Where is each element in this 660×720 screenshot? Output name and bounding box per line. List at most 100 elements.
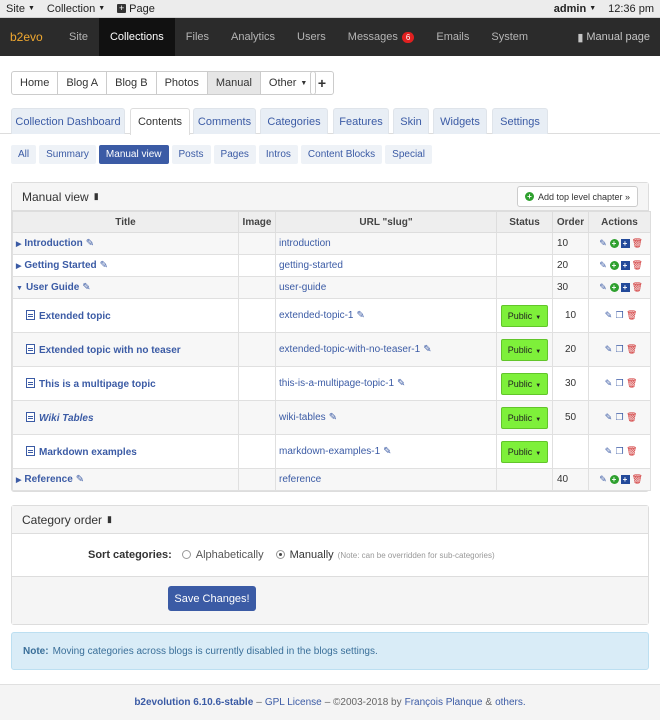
author-link[interactable]: François Planque: [405, 697, 483, 708]
nav-system[interactable]: System: [480, 18, 539, 56]
add-circle-icon[interactable]: +: [609, 283, 619, 292]
item-title[interactable]: Markdown examples: [12, 434, 239, 469]
subtab-pages[interactable]: Pages: [213, 145, 256, 164]
nav-files[interactable]: Files: [175, 18, 220, 56]
edit-icon[interactable]: ✎: [599, 261, 608, 270]
plus-square-icon[interactable]: +: [620, 283, 630, 292]
edit-icon[interactable]: ✎: [383, 446, 391, 457]
slug-link[interactable]: extended-topic-1: [279, 310, 354, 321]
subtab-manual-view[interactable]: Manual view: [98, 145, 169, 164]
trash-icon[interactable]: 🗑: [626, 345, 637, 354]
edit-icon[interactable]: ✎: [604, 413, 613, 422]
tab-widgets[interactable]: Widgets: [433, 108, 487, 134]
subtab-posts[interactable]: Posts: [171, 145, 211, 164]
tab-settings[interactable]: Settings: [492, 108, 548, 134]
edit-icon[interactable]: ✎: [599, 475, 608, 484]
trash-icon[interactable]: 🗑: [626, 413, 637, 422]
item-title[interactable]: Wiki Tables: [12, 400, 239, 435]
nav-collections[interactable]: Collections: [98, 18, 175, 56]
slug-link[interactable]: this-is-a-multipage-topic-1: [279, 378, 394, 389]
chapter-title[interactable]: ▶ Introduction ✎: [12, 232, 239, 255]
trash-icon[interactable]: 🗑: [626, 379, 637, 388]
slug-link[interactable]: markdown-examples-1: [279, 446, 380, 457]
item-title[interactable]: Extended topic with no teaser: [12, 332, 239, 367]
edit-icon[interactable]: ✎: [604, 311, 613, 320]
status-dropdown[interactable]: Public ▼: [500, 440, 549, 463]
edit-icon[interactable]: ✎: [604, 379, 613, 388]
add-top-level-chapter-button[interactable]: + Add top level chapter »: [516, 186, 638, 207]
copy-icon[interactable]: ❐: [615, 447, 624, 456]
chapter-title[interactable]: ▶ Getting Started ✎: [12, 254, 239, 277]
others-link[interactable]: others.: [495, 697, 526, 708]
caret-right-icon[interactable]: ▶: [16, 263, 21, 270]
subtab-special[interactable]: Special: [385, 145, 432, 164]
edit-icon[interactable]: ✎: [100, 260, 108, 271]
slug-link[interactable]: reference: [279, 474, 321, 485]
copy-icon[interactable]: ❐: [615, 379, 624, 388]
collection-menu[interactable]: Collection ▼: [47, 3, 105, 15]
chapter-title[interactable]: ▶ Reference ✎: [12, 468, 239, 491]
tab-collection-dashboard[interactable]: Collection Dashboard: [11, 108, 125, 134]
slug-link[interactable]: introduction: [279, 238, 331, 249]
add-collection-button[interactable]: +: [310, 71, 334, 95]
chapter-title[interactable]: ▼ User Guide ✎: [12, 276, 239, 299]
copy-icon[interactable]: ❐: [615, 413, 624, 422]
license-link[interactable]: GPL License: [265, 697, 322, 708]
plus-square-icon[interactable]: +: [620, 261, 630, 270]
edit-icon[interactable]: ✎: [423, 344, 431, 355]
trash-icon[interactable]: 🗑: [626, 311, 637, 320]
item-title[interactable]: This is a multipage topic: [12, 366, 239, 401]
nav-messages[interactable]: Messages 6: [337, 18, 426, 56]
manual-page-link[interactable]: ▮ Manual page: [577, 18, 660, 56]
edit-icon[interactable]: ✎: [604, 447, 613, 456]
brand-logo[interactable]: b2evo: [0, 18, 58, 56]
status-dropdown[interactable]: Public ▼: [500, 372, 549, 395]
edit-icon[interactable]: ✎: [357, 310, 365, 321]
tab-features[interactable]: Features: [333, 108, 389, 134]
tab-categories[interactable]: Categories: [260, 108, 328, 134]
add-circle-icon[interactable]: +: [609, 261, 619, 270]
blog-a[interactable]: Blog A: [57, 71, 108, 95]
nav-analytics[interactable]: Analytics: [220, 18, 286, 56]
edit-icon[interactable]: ✎: [599, 239, 608, 248]
radio-manually[interactable]: Manually: [275, 549, 334, 561]
product-link[interactable]: b2evolution 6.10.6-stable: [134, 697, 253, 708]
subtab-all[interactable]: All: [11, 145, 37, 164]
status-dropdown[interactable]: Public ▼: [500, 406, 549, 429]
subtab-intros[interactable]: Intros: [258, 145, 298, 164]
new-page-menu[interactable]: + Page: [117, 3, 155, 15]
site-menu[interactable]: Site ▼: [6, 3, 35, 15]
edit-icon[interactable]: ✎: [397, 378, 405, 389]
save-changes-button[interactable]: Save Changes!: [168, 586, 256, 611]
radio-alphabetically[interactable]: Alphabetically: [181, 549, 264, 561]
subtab-summary[interactable]: Summary: [39, 145, 96, 164]
trash-icon[interactable]: 🗑: [626, 447, 637, 456]
slug-link[interactable]: getting-started: [279, 260, 343, 271]
tab-comments[interactable]: Comments: [193, 108, 256, 134]
blog-home[interactable]: Home: [11, 71, 59, 95]
blog-b[interactable]: Blog B: [106, 71, 157, 95]
status-dropdown[interactable]: Public ▼: [500, 304, 549, 327]
nav-users[interactable]: Users: [286, 18, 337, 56]
tab-contents[interactable]: Contents: [130, 108, 190, 135]
edit-icon[interactable]: ✎: [82, 282, 90, 293]
edit-icon[interactable]: ✎: [599, 283, 608, 292]
copy-icon[interactable]: ❐: [615, 345, 624, 354]
add-circle-icon[interactable]: +: [609, 239, 619, 248]
subtab-content-blocks[interactable]: Content Blocks: [300, 145, 383, 164]
edit-icon[interactable]: ✎: [76, 474, 84, 485]
status-dropdown[interactable]: Public ▼: [500, 338, 549, 361]
slug-link[interactable]: user-guide: [279, 282, 326, 293]
tab-skin[interactable]: Skin: [393, 108, 429, 134]
add-circle-icon[interactable]: +: [609, 475, 619, 484]
slug-link[interactable]: extended-topic-with-no-teaser-1: [279, 344, 420, 355]
edit-icon[interactable]: ✎: [604, 345, 613, 354]
user-menu[interactable]: admin ▼: [554, 3, 596, 15]
edit-icon[interactable]: ✎: [86, 238, 94, 249]
radio-circle[interactable]: [181, 550, 191, 559]
trash-icon[interactable]: 🗑: [632, 239, 643, 248]
caret-down-icon[interactable]: ▼: [16, 285, 23, 292]
trash-icon[interactable]: 🗑: [632, 283, 643, 292]
blog-manual[interactable]: Manual: [206, 71, 261, 95]
caret-right-icon[interactable]: ▶: [16, 241, 21, 248]
